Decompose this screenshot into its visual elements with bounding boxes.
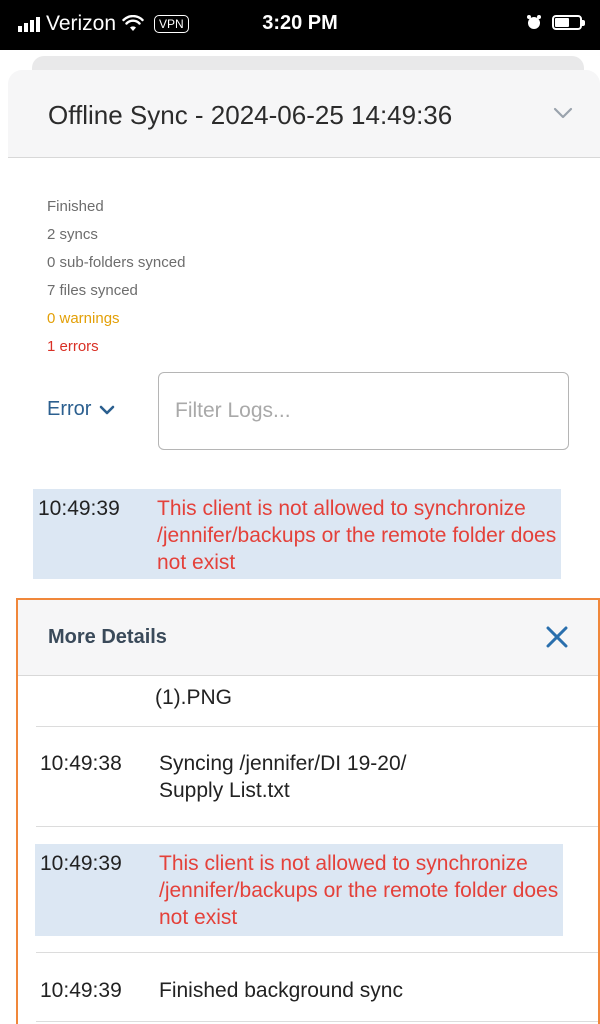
log-message: This client is not allowed to synchroniz… bbox=[159, 852, 559, 929]
log-message: (1).PNG bbox=[155, 686, 233, 709]
close-icon[interactable] bbox=[542, 622, 572, 652]
status-right bbox=[526, 14, 585, 30]
log-row[interactable]: 10:49:39 Finished background sync bbox=[35, 977, 575, 1011]
divider bbox=[36, 826, 598, 827]
log-level-dropdown[interactable]: Error bbox=[47, 398, 115, 421]
log-time: 10:49:39 bbox=[38, 497, 120, 520]
errors-count: 1 errors bbox=[47, 338, 99, 355]
sheet-header[interactable]: Offline Sync - 2024-06-25 14:49:36 bbox=[8, 70, 600, 158]
chevron-down-icon[interactable] bbox=[552, 102, 574, 124]
status-text: Finished bbox=[47, 198, 104, 215]
details-title: More Details bbox=[48, 626, 167, 648]
details-header: More Details bbox=[18, 600, 598, 676]
log-message: This client is not allowed to synchroniz… bbox=[157, 497, 557, 574]
chevron-down-icon bbox=[100, 405, 115, 414]
log-level-label: Error bbox=[47, 398, 92, 420]
log-time: 10:49:39 bbox=[40, 852, 122, 875]
files-count: 7 files synced bbox=[47, 282, 138, 299]
status-time: 3:20 PM bbox=[262, 12, 338, 34]
more-details-panel: More Details (1).PNG 10:49:38 Syncing /j… bbox=[16, 598, 600, 1024]
log-row[interactable]: 10:49:38 Syncing /jennifer/DI 19-20/ Sup… bbox=[35, 750, 575, 810]
sync-summary: Finished 2 syncs 0 sub-folders synced 7 … bbox=[47, 193, 185, 361]
log-row-error[interactable]: 10:49:39 This client is not allowed to s… bbox=[35, 844, 563, 936]
subfolders-count: 0 sub-folders synced bbox=[47, 254, 186, 271]
log-row-error[interactable]: 10:49:39 This client is not allowed to s… bbox=[33, 489, 561, 579]
log-message: Syncing /jennifer/DI 19-20/ Supply List.… bbox=[159, 752, 407, 802]
alarm-icon bbox=[527, 15, 541, 29]
divider bbox=[36, 726, 598, 727]
divider bbox=[36, 1021, 598, 1022]
warnings-count: 0 warnings bbox=[47, 310, 120, 327]
battery-icon bbox=[552, 14, 585, 30]
divider bbox=[36, 952, 598, 953]
log-time: 10:49:38 bbox=[40, 752, 122, 775]
log-message: Finished background sync bbox=[159, 979, 403, 1002]
status-bar: Verizon VPN 3:20 PM bbox=[0, 0, 600, 50]
filter-logs-input[interactable] bbox=[158, 372, 569, 450]
log-time: 10:49:39 bbox=[40, 979, 122, 1002]
log-row-partial[interactable]: (1).PNG bbox=[18, 684, 578, 724]
syncs-count: 2 syncs bbox=[47, 226, 98, 243]
page-title: Offline Sync - 2024-06-25 14:49:36 bbox=[48, 100, 453, 130]
